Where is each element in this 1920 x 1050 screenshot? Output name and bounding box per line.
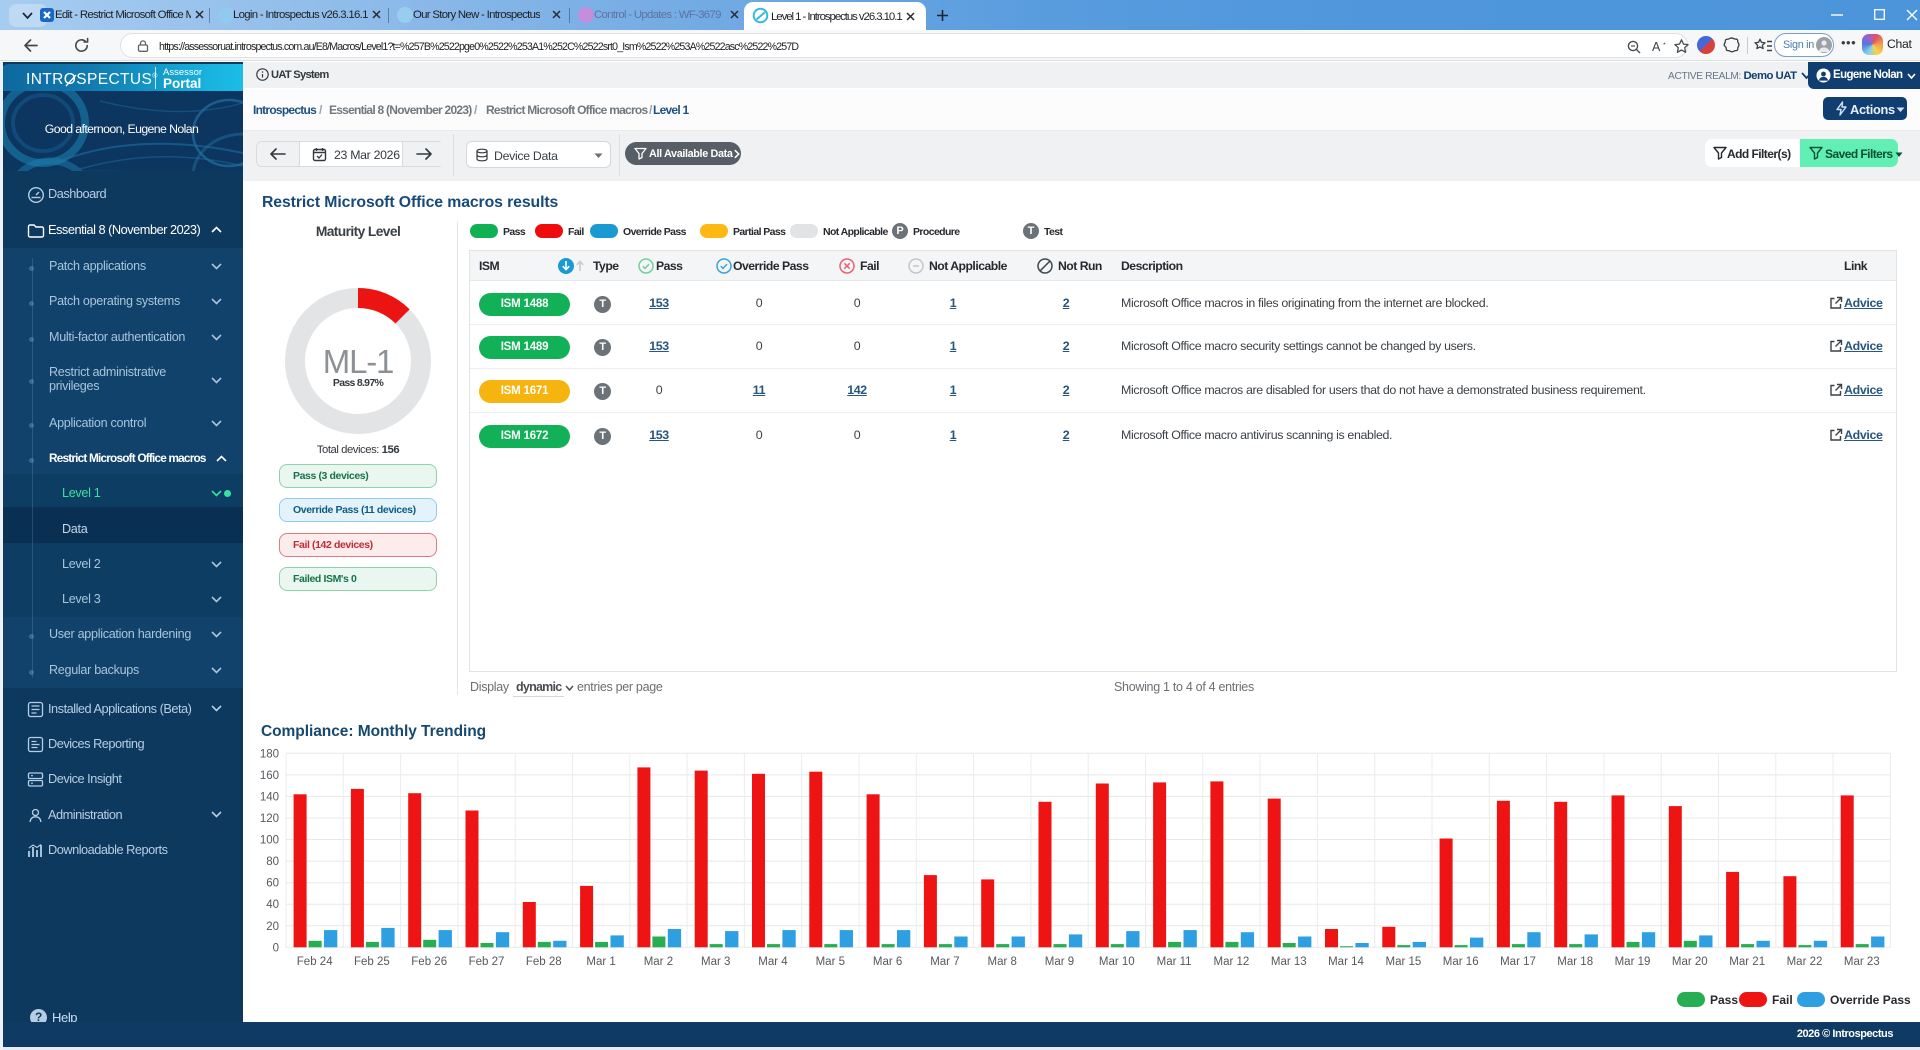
svg-text:Mar 7: Mar 7 bbox=[930, 956, 959, 968]
svg-text:180: 180 bbox=[260, 748, 279, 760]
svg-text:Mar 11: Mar 11 bbox=[1157, 956, 1192, 968]
svg-text:Mar 23: Mar 23 bbox=[1844, 956, 1880, 968]
svg-text:Feb 24: Feb 24 bbox=[297, 956, 333, 968]
svg-text:80: 80 bbox=[266, 856, 279, 868]
svg-text:120: 120 bbox=[260, 813, 279, 825]
svg-text:Mar 19: Mar 19 bbox=[1615, 956, 1651, 968]
svg-text:160: 160 bbox=[260, 770, 279, 782]
svg-text:20: 20 bbox=[266, 921, 279, 933]
svg-text:Mar 5: Mar 5 bbox=[816, 956, 845, 968]
svg-text:Override Pass: Override Pass bbox=[1830, 993, 1911, 1007]
svg-text:Mar 10: Mar 10 bbox=[1099, 956, 1135, 968]
svg-text:Feb 27: Feb 27 bbox=[469, 956, 505, 968]
svg-text:Feb 28: Feb 28 bbox=[526, 956, 562, 968]
svg-text:Mar 21: Mar 21 bbox=[1729, 956, 1765, 968]
svg-text:Mar 8: Mar 8 bbox=[987, 956, 1016, 968]
svg-text:Mar 9: Mar 9 bbox=[1045, 956, 1074, 968]
svg-text:Mar 18: Mar 18 bbox=[1557, 956, 1593, 968]
svg-text:60: 60 bbox=[266, 878, 279, 890]
svg-text:Pass: Pass bbox=[1710, 993, 1738, 1007]
svg-text:Mar 2: Mar 2 bbox=[644, 956, 673, 968]
svg-text:Fail: Fail bbox=[1772, 993, 1793, 1007]
svg-text:Feb 25: Feb 25 bbox=[354, 956, 390, 968]
svg-text:Mar 22: Mar 22 bbox=[1787, 956, 1823, 968]
svg-text:Mar 1: Mar 1 bbox=[586, 956, 615, 968]
svg-text:Mar 17: Mar 17 bbox=[1500, 956, 1536, 968]
svg-text:Mar 3: Mar 3 bbox=[701, 956, 730, 968]
svg-text:Mar 6: Mar 6 bbox=[873, 956, 902, 968]
svg-text:Mar 4: Mar 4 bbox=[758, 956, 788, 968]
svg-text:0: 0 bbox=[273, 942, 279, 954]
svg-text:Mar 13: Mar 13 bbox=[1271, 956, 1307, 968]
svg-text:100: 100 bbox=[260, 835, 279, 847]
svg-text:Feb 26: Feb 26 bbox=[411, 956, 447, 968]
svg-text:Mar 12: Mar 12 bbox=[1214, 956, 1250, 968]
svg-text:Mar 15: Mar 15 bbox=[1386, 956, 1422, 968]
svg-text:40: 40 bbox=[266, 899, 279, 911]
svg-text:140: 140 bbox=[260, 791, 279, 803]
svg-text:Mar 16: Mar 16 bbox=[1443, 956, 1479, 968]
svg-text:Mar 20: Mar 20 bbox=[1672, 956, 1708, 968]
svg-text:Mar 14: Mar 14 bbox=[1328, 956, 1364, 968]
